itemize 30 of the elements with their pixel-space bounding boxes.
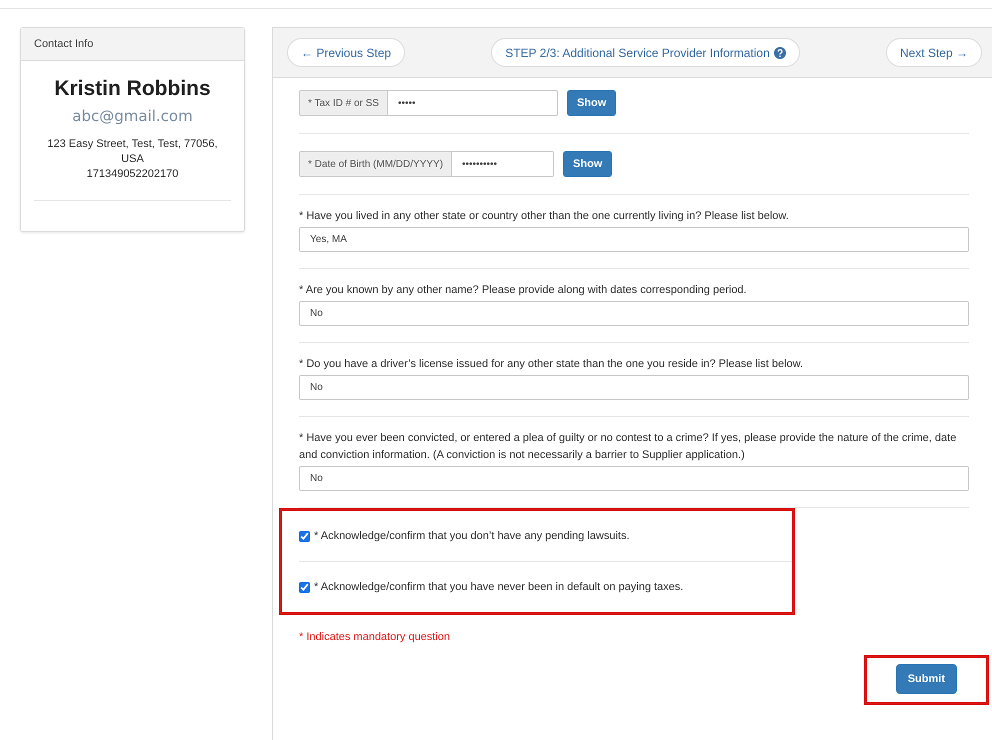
show-button[interactable]: Show [563,151,612,177]
answer-field[interactable]: No [299,375,969,400]
address-line: USA [121,152,144,167]
mandatory-note: * Indicates mandatory question [299,631,450,643]
acknowledge-checkbox[interactable] [299,530,310,542]
show-button[interactable]: Show [566,90,616,116]
question-label: * Are you known by any other name? Please provide along with dates corresponding period. [299,283,748,298]
password-field[interactable]: •••••••••• [452,151,554,177]
field-label: * Tax ID # or SS [299,90,388,116]
address-line: 123 Easy Street, Test, Test, 77056, [47,137,218,152]
field-label: * Date of Birth (MM/DD/YYYY) [299,151,452,177]
question-label: * Do you have a driver’s license issued for any other state than the one you reside in? Please list below. [299,357,804,372]
question-label: * Have you ever been convicted, or entered a plea of guilty or no contest to a crime? If yes, please provide the nature of the crime, date and conviction information. (A conviction is not necessarily a barrier to Supplier application.) [299,431,958,463]
answer-field[interactable]: No [299,301,969,326]
submit-button[interactable]: Submit [896,664,957,694]
password-field[interactable]: ••••• [388,90,558,116]
question-label: * Have you lived in any other state or country other than the one currently living in? Please list below. [299,209,790,224]
next-step-button[interactable]: Next Step → [886,38,982,67]
contact-name: Kristin Robbins [54,77,211,101]
card-title: Contact Info [21,28,244,61]
previous-step-button[interactable]: ← Previous Step [287,38,406,67]
answer-field[interactable]: No [299,466,969,491]
step-title[interactable]: STEP 2/3: Additional Service Provider Information [491,38,800,67]
help-icon [774,46,786,58]
address-line: 171349052202170 [86,167,178,182]
acknowledge-label: * Acknowledge/confirm that you don’t have any pending lawsuits. [314,530,630,542]
acknowledge-label: * Acknowledge/confirm that you have never been in default on paying taxes. [314,581,684,593]
answer-field[interactable]: Yes, MA [299,227,969,252]
contact-email: abc@gmail.com [72,107,193,125]
acknowledge-checkbox[interactable] [299,582,310,592]
